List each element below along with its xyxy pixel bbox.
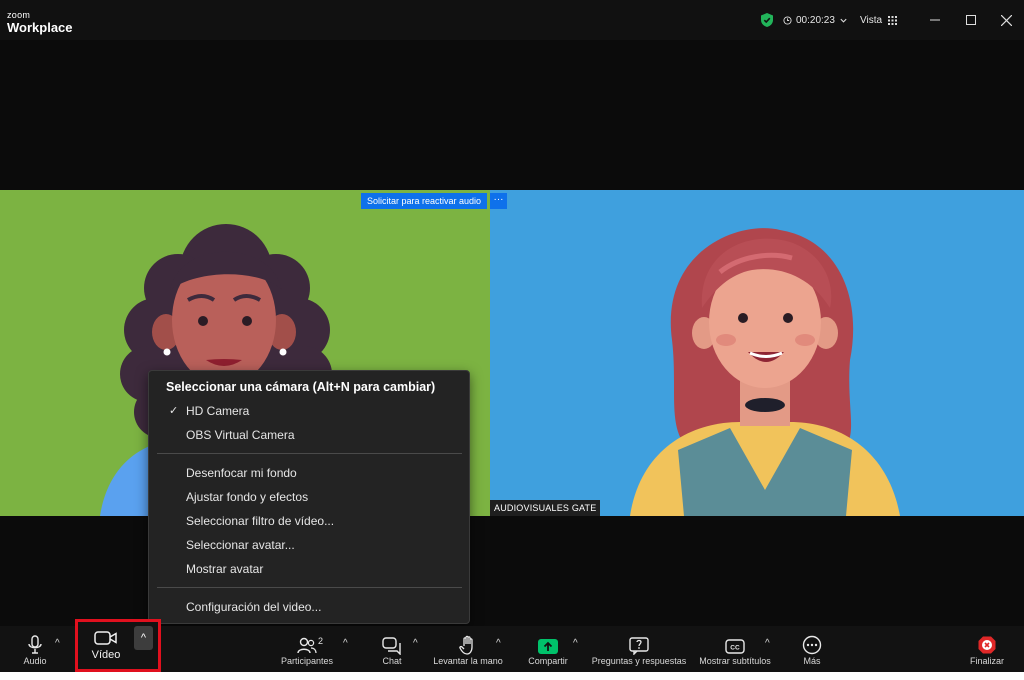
microphone-icon — [28, 635, 42, 654]
encryption-shield-icon[interactable] — [760, 0, 774, 40]
hand-icon — [459, 635, 473, 655]
camera-menu: Seleccionar una cámara (Alt+N para cambi… — [148, 370, 470, 624]
reactions-options-chevron-icon[interactable]: ^ — [496, 638, 501, 649]
minimize-icon — [930, 19, 940, 21]
end-icon — [978, 636, 996, 654]
close-icon — [1000, 14, 1012, 26]
minimize-button[interactable] — [917, 0, 953, 40]
video-button[interactable]: Vídeo — [78, 622, 134, 669]
captions-options-chevron-icon[interactable]: ^ — [765, 638, 770, 649]
more-icon — [802, 635, 822, 655]
closed-captions-icon: CC — [725, 639, 745, 654]
menu-item-obs-virtual-camera[interactable]: OBS Virtual Camera — [186, 428, 295, 442]
title-bar: zoom Workplace 00:20:23 Vista — [0, 0, 1024, 40]
video-camera-icon — [94, 631, 117, 645]
question-icon — [629, 637, 649, 655]
svg-text:CC: CC — [730, 645, 740, 652]
checkmark-icon: ✓ — [169, 405, 179, 417]
request-unmute-button[interactable]: Solicitar para reactivar audio — [361, 193, 488, 209]
menu-divider — [157, 453, 462, 454]
view-button[interactable]: Vista — [860, 0, 898, 40]
timer-text: 00:20:23 — [796, 14, 835, 26]
share-button[interactable]: Compartir — [525, 626, 571, 672]
participants-options-chevron-icon[interactable]: ^ — [343, 638, 348, 649]
participants-label: Participantes — [280, 656, 334, 666]
participant-name-tag: AUDIOVISUALES GATE — [490, 500, 601, 516]
video-tile-right[interactable] — [490, 190, 1024, 516]
view-label: Vista — [860, 14, 883, 26]
captions-label: Mostrar subtítulos — [699, 656, 771, 666]
clock-icon — [783, 15, 792, 25]
chat-icon — [382, 637, 401, 655]
video-options-chevron-icon[interactable]: ^ — [134, 626, 153, 650]
close-button[interactable] — [988, 0, 1024, 40]
share-screen-icon — [538, 639, 558, 654]
chat-button[interactable]: Chat — [376, 626, 408, 672]
menu-item-video-filter[interactable]: Seleccionar filtro de vídeo... — [186, 514, 334, 528]
chat-label: Chat — [382, 656, 402, 666]
audio-label: Audio — [23, 656, 47, 666]
more-label: Más — [803, 656, 821, 666]
grid-icon — [888, 15, 898, 25]
zoom-window: zoom Workplace 00:20:23 Vista AUDIOVISUA… — [0, 0, 1024, 672]
maximize-icon — [966, 15, 976, 25]
brand-name: Workplace — [7, 20, 73, 35]
chevron-down-icon — [840, 18, 847, 23]
meeting-timer[interactable]: 00:20:23 — [783, 0, 848, 40]
menu-item-select-avatar[interactable]: Seleccionar avatar... — [186, 538, 295, 552]
qa-button[interactable]: Preguntas y respuestas — [592, 626, 686, 672]
raise-hand-label: Levantar la mano — [433, 656, 503, 666]
brand-small: zoom — [7, 10, 31, 20]
maximize-button[interactable] — [953, 0, 989, 40]
video-label: Vídeo — [91, 649, 121, 661]
qa-label: Preguntas y respuestas — [591, 656, 687, 666]
app-logo: zoom Workplace — [7, 10, 73, 35]
captions-button[interactable]: CC Mostrar subtítulos — [697, 626, 773, 672]
raise-hand-button[interactable]: Levantar la mano — [432, 626, 504, 672]
menu-item-show-avatar[interactable]: Mostrar avatar — [186, 562, 263, 576]
participants-count: 2 — [318, 636, 324, 646]
end-meeting-button[interactable]: Finalizar — [966, 626, 1008, 672]
menu-item-video-settings[interactable]: Configuración del video... — [186, 600, 321, 614]
audio-button[interactable]: Audio — [18, 626, 52, 672]
participants-icon — [297, 637, 317, 654]
camera-menu-header: Seleccionar una cámara (Alt+N para cambi… — [166, 380, 436, 394]
audio-options-chevron-icon[interactable]: ^ — [55, 638, 60, 649]
menu-item-hd-camera[interactable]: HD Camera — [186, 404, 249, 418]
chat-options-chevron-icon[interactable]: ^ — [413, 638, 418, 649]
more-button[interactable]: Más — [798, 626, 826, 672]
participants-button[interactable]: Participantes — [279, 626, 335, 672]
share-label: Compartir — [528, 656, 568, 666]
participant-avatar-illustration — [630, 228, 900, 516]
share-options-chevron-icon[interactable]: ^ — [573, 638, 578, 649]
menu-divider — [157, 587, 462, 588]
request-unmute-more-button[interactable]: ··· — [490, 193, 507, 209]
end-label: Finalizar — [969, 656, 1004, 666]
menu-item-blur-background[interactable]: Desenfocar mi fondo — [186, 466, 297, 480]
menu-item-background-effects[interactable]: Ajustar fondo y efectos — [186, 490, 308, 504]
